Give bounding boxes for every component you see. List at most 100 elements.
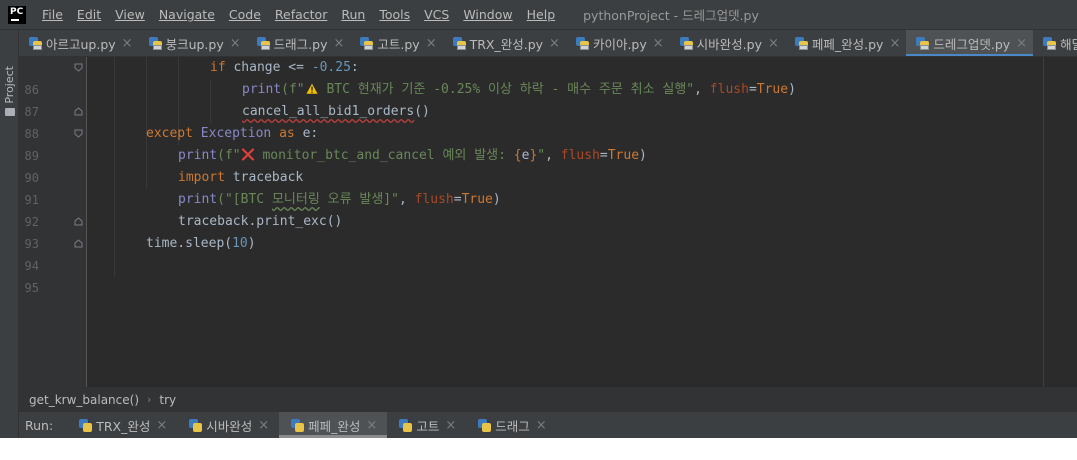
close-icon[interactable]: × bbox=[426, 36, 437, 51]
editor-tab[interactable]: 고트.py × bbox=[350, 30, 442, 56]
python-file-icon bbox=[679, 36, 693, 50]
close-icon[interactable]: × bbox=[889, 36, 900, 51]
menu-tools[interactable]: Tools bbox=[379, 7, 410, 22]
code-line: 87 print(f" BTC 현재가 기준 -0.25% 이상 하락 - 매수… bbox=[19, 79, 1077, 119]
python-run-icon bbox=[189, 418, 203, 432]
window-title: pythonProject - 드레그업뎃.py bbox=[583, 8, 759, 23]
close-icon[interactable]: × bbox=[768, 36, 779, 51]
code-text: import traceback bbox=[178, 170, 304, 185]
line-number: 95 bbox=[24, 281, 39, 295]
run-tab[interactable]: 드래그 × bbox=[466, 412, 556, 438]
tab-label: 드레그업뎃.py bbox=[933, 36, 1011, 52]
code-line: 91 import traceback bbox=[19, 167, 1077, 207]
editor-tab[interactable]: 아르고up.py × bbox=[19, 30, 139, 56]
editor-tab[interactable]: TRX_완성.py × bbox=[443, 30, 566, 56]
run-tool-bar: Run: TRX_완성 × 시바완성 × 페페_완성 × 고트 × 드래그 × bbox=[19, 411, 1077, 438]
menu-file[interactable]: File bbox=[42, 7, 63, 22]
warning-icon bbox=[305, 81, 319, 95]
close-icon[interactable]: × bbox=[258, 418, 269, 433]
run-tab-label: 페페_완성 bbox=[308, 418, 361, 434]
project-tool-label: Project bbox=[3, 66, 16, 104]
close-icon[interactable]: × bbox=[156, 418, 167, 433]
code-editor[interactable]: 86 if change <= -0.25: 87 print(f" BTC 현… bbox=[19, 57, 1077, 387]
editor-tab[interactable]: 카이아.py × bbox=[566, 30, 670, 56]
menu-bar: PC File Edit View Navigate Code Refactor… bbox=[0, 0, 1077, 30]
menu-code[interactable]: Code bbox=[229, 7, 261, 22]
python-file-icon bbox=[794, 36, 808, 50]
python-run-icon bbox=[478, 418, 492, 432]
code-text: cancel_all_bid1_orders() bbox=[242, 104, 430, 119]
menu-navigate[interactable]: Navigate bbox=[159, 7, 215, 22]
tab-label: 해달up.py bbox=[1060, 36, 1077, 52]
run-tab-label: TRX_완성 bbox=[96, 418, 151, 434]
close-icon[interactable]: × bbox=[653, 36, 664, 51]
run-tab[interactable]: 시바완성 × bbox=[177, 412, 279, 438]
editor-tab[interactable]: 붕크up.py × bbox=[139, 30, 247, 56]
tab-label: 고트.py bbox=[377, 36, 420, 52]
close-icon[interactable]: × bbox=[230, 36, 241, 51]
code-text: print(f" monitor_btc_and_cancel 예외 발생: {… bbox=[178, 148, 647, 163]
run-tab-label: 드래그 bbox=[495, 418, 530, 434]
menu-edit[interactable]: Edit bbox=[77, 7, 101, 22]
menu-run[interactable]: Run bbox=[341, 7, 365, 22]
close-icon[interactable]: × bbox=[122, 36, 133, 51]
menu-view[interactable]: View bbox=[115, 7, 145, 22]
menu-vcs[interactable]: VCS bbox=[424, 7, 449, 22]
code-text: print("[BTC 모니터링 오류 발생]", flush=True) bbox=[178, 192, 501, 207]
bottom-blank-area bbox=[0, 438, 1077, 460]
menu-refactor[interactable]: Refactor bbox=[275, 7, 327, 22]
menu-window[interactable]: Window bbox=[463, 7, 512, 22]
editor-tab[interactable]: 해달up.py bbox=[1033, 30, 1077, 56]
project-tool-tab[interactable]: Project bbox=[2, 66, 17, 126]
close-icon[interactable]: × bbox=[445, 418, 456, 433]
python-file-icon bbox=[29, 36, 42, 50]
python-file-icon bbox=[916, 36, 930, 50]
menu-help[interactable]: Help bbox=[527, 7, 556, 22]
python-file-icon bbox=[575, 36, 589, 50]
editor-tab[interactable]: 페페_완성.py × bbox=[785, 30, 906, 56]
folder-icon bbox=[4, 107, 15, 116]
code-line: 95 bbox=[19, 255, 1077, 295]
editor-tab-bar: 아르고up.py × 붕크up.py × 드래그.py × 고트.py × TRX_완성… bbox=[19, 30, 1077, 57]
editor-tab[interactable]: 시바완성.py × bbox=[670, 30, 785, 56]
left-tool-strip: Project bbox=[0, 30, 19, 460]
editor-tab-active[interactable]: 드레그업뎃.py × bbox=[906, 30, 1034, 56]
code-line: 86 if change <= -0.25: bbox=[19, 57, 1077, 97]
run-tab[interactable]: TRX_완성 × bbox=[67, 412, 177, 438]
breadcrumb-block[interactable]: try bbox=[159, 393, 176, 407]
python-run-icon bbox=[291, 418, 305, 432]
code-line: 88 cancel_all_bid1_orders() bbox=[19, 101, 1077, 141]
code-line: 92 print("[BTC 모니터링 오류 발생]", flush=True) bbox=[19, 189, 1077, 229]
python-file-icon bbox=[1043, 36, 1057, 50]
python-file-icon bbox=[148, 36, 162, 50]
breadcrumb: get_krw_balance() › try bbox=[19, 387, 1077, 411]
fold-end-marker-icon[interactable] bbox=[74, 217, 83, 226]
tab-label: TRX_완성.py bbox=[469, 36, 544, 52]
run-tab-label: 시바완성 bbox=[206, 418, 253, 434]
close-icon[interactable]: × bbox=[333, 36, 344, 51]
code-text: time.sleep(10) bbox=[146, 236, 256, 251]
fold-marker-icon[interactable] bbox=[74, 129, 83, 138]
fold-end-marker-icon[interactable] bbox=[74, 107, 83, 116]
close-icon[interactable]: × bbox=[549, 36, 560, 51]
python-file-icon bbox=[256, 36, 270, 50]
pycharm-logo-icon[interactable]: PC bbox=[8, 5, 26, 24]
fold-marker-icon[interactable] bbox=[74, 63, 83, 72]
fold-end-marker-icon[interactable] bbox=[74, 239, 83, 248]
tab-label: 페페_완성.py bbox=[811, 36, 884, 52]
close-icon[interactable]: × bbox=[366, 418, 377, 433]
tab-label: 드래그.py bbox=[273, 36, 328, 52]
python-run-icon bbox=[399, 418, 413, 432]
close-icon[interactable]: × bbox=[1016, 36, 1027, 51]
chevron-right-icon: › bbox=[147, 393, 152, 406]
close-icon[interactable]: × bbox=[536, 418, 547, 433]
editor-tab[interactable]: 드래그.py × bbox=[247, 30, 351, 56]
python-file-icon bbox=[360, 36, 374, 50]
breadcrumb-function[interactable]: get_krw_balance() bbox=[29, 393, 139, 407]
code-text: if change <= -0.25: bbox=[210, 60, 359, 75]
code-text: traceback.print_exc() bbox=[178, 214, 343, 229]
run-tab-active[interactable]: 페페_완성 × bbox=[279, 412, 388, 438]
code-text: except Exception as e: bbox=[146, 126, 319, 141]
tab-label: 아르고up.py bbox=[46, 36, 116, 52]
run-tab[interactable]: 고트 × bbox=[387, 412, 466, 438]
